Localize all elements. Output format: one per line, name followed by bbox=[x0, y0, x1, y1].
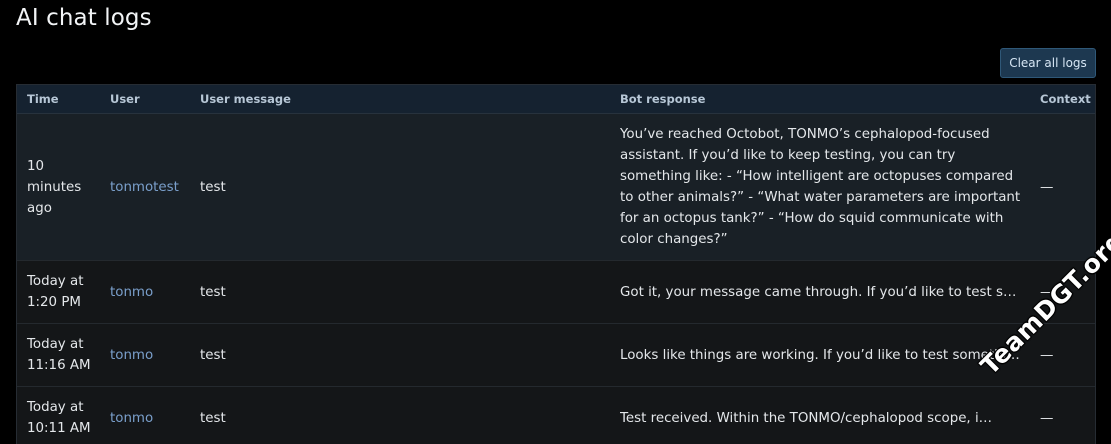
row-user-link[interactable]: tonmo bbox=[110, 345, 153, 366]
row-user-link[interactable]: tonmo bbox=[110, 282, 153, 303]
column-header-bot-response[interactable]: Bot response bbox=[620, 85, 705, 113]
row-user-message: test bbox=[200, 179, 226, 195]
column-header-context[interactable]: Context bbox=[1040, 85, 1091, 113]
column-header-user[interactable]: User bbox=[110, 85, 140, 113]
row-context: — bbox=[1040, 410, 1054, 426]
page-title: AI chat logs bbox=[16, 5, 152, 31]
clear-all-logs-button[interactable]: Clear all logs bbox=[1000, 48, 1096, 78]
row-user-message: test bbox=[200, 347, 226, 363]
row-context: — bbox=[1040, 347, 1054, 363]
chat-logs-table: Time User User message Bot response Cont… bbox=[16, 84, 1096, 444]
row-bot-response: Got it, your message came through. If yo… bbox=[620, 284, 1020, 300]
table-row[interactable]: Today at 11:16 AM tonmo test Looks like … bbox=[17, 324, 1095, 387]
table-row[interactable]: 10 minutes ago tonmotest test You’ve rea… bbox=[17, 114, 1095, 261]
row-bot-response: You’ve reached Octobot, TONMO’s cephalop… bbox=[620, 127, 1021, 247]
row-bot-response: Looks like things are working. If you’d … bbox=[620, 347, 1020, 363]
row-bot-response: Test received. Within the TONMO/cephalop… bbox=[620, 410, 993, 426]
row-time: Today at 1:20 PM bbox=[27, 274, 84, 310]
row-time: 10 minutes ago bbox=[27, 158, 82, 216]
row-time: Today at 11:16 AM bbox=[27, 337, 91, 373]
row-user-link[interactable]: tonmotest bbox=[110, 177, 179, 198]
row-user-message: test bbox=[200, 284, 226, 300]
table-row[interactable]: Today at 10:11 AM tonmo test Test receiv… bbox=[17, 387, 1095, 444]
column-header-user-message[interactable]: User message bbox=[200, 85, 291, 113]
column-header-time[interactable]: Time bbox=[27, 85, 59, 113]
table-row[interactable]: Today at 1:20 PM tonmo test Got it, your… bbox=[17, 261, 1095, 324]
row-user-message: test bbox=[200, 410, 226, 426]
row-context: — bbox=[1040, 179, 1054, 195]
row-user-link[interactable]: tonmo bbox=[110, 408, 153, 429]
row-time: Today at 10:11 AM bbox=[27, 400, 91, 436]
table-header: Time User User message Bot response Cont… bbox=[17, 85, 1095, 114]
